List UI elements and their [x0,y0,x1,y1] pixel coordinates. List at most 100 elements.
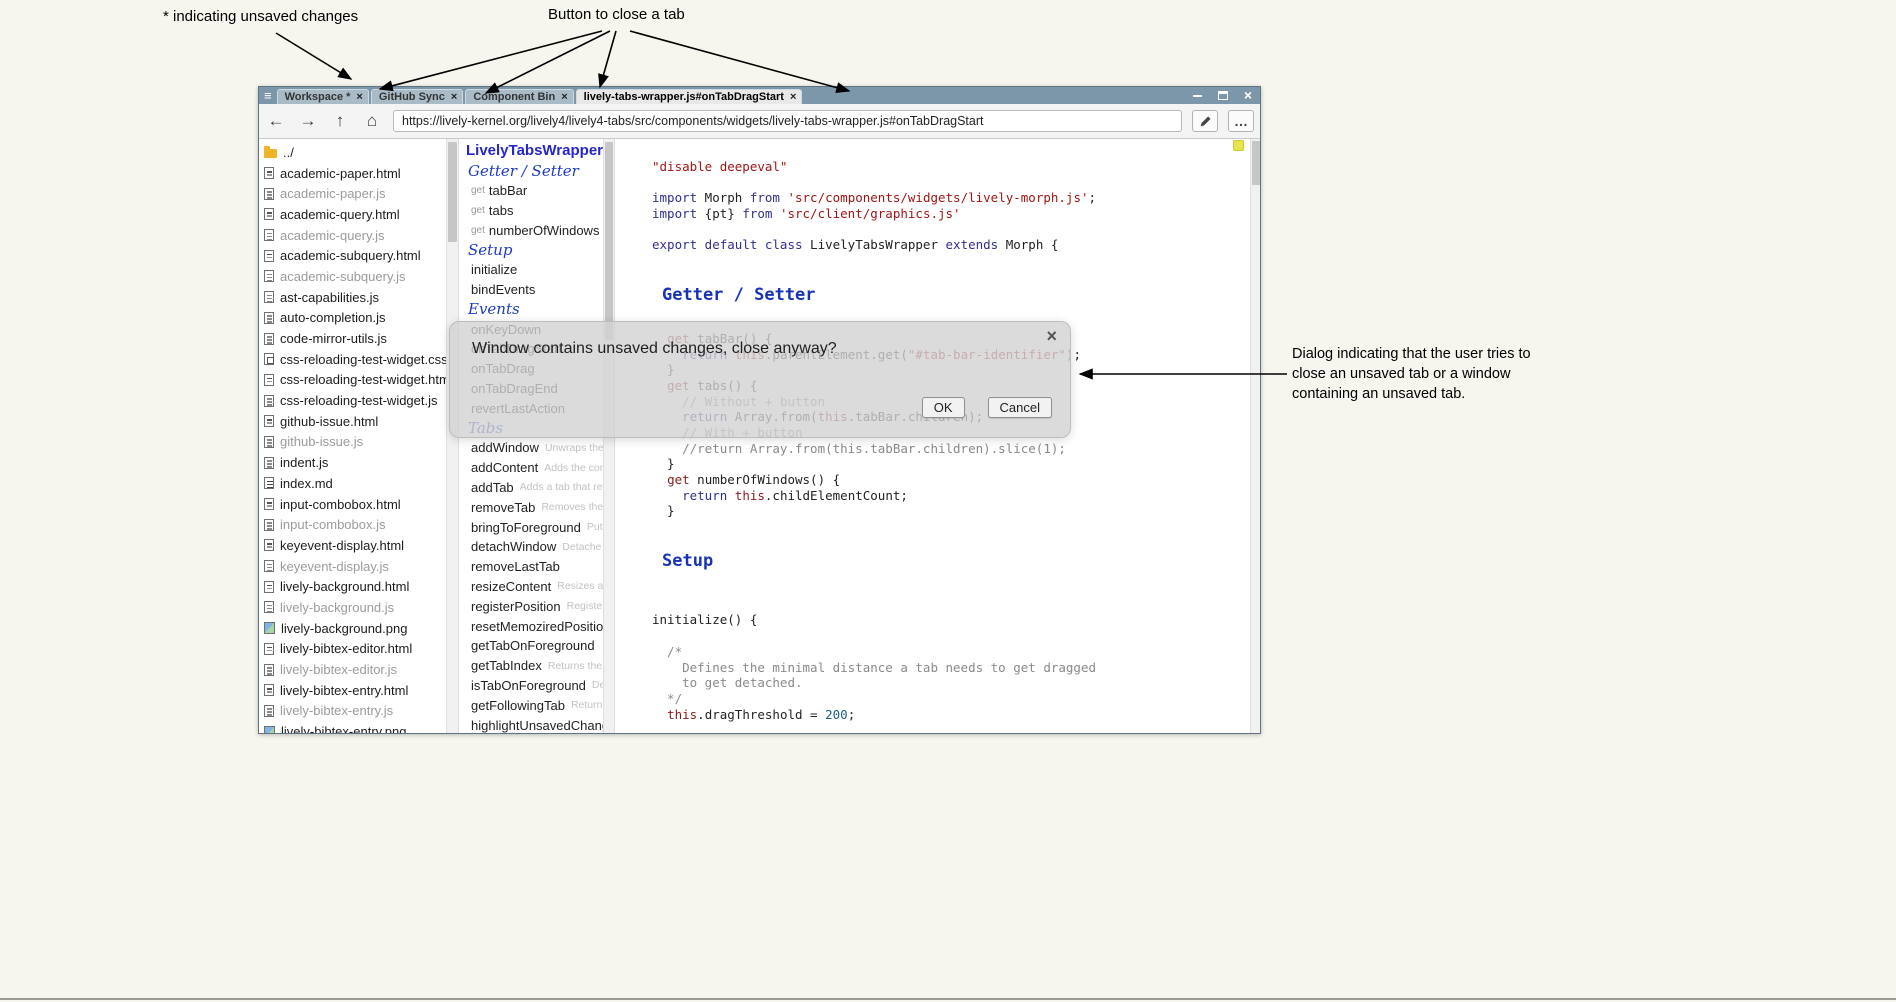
file-name: css-reloading-test-widget.js [280,393,438,408]
file-item[interactable]: academic-paper.html [259,163,446,184]
outline-method[interactable]: bringToForegroundPut [459,517,603,537]
more-options-icon[interactable]: … [1228,110,1254,132]
file-item[interactable]: lively-background.html [259,576,446,597]
tab-close-icon[interactable]: × [356,91,362,103]
outline-method[interactable]: registerPositionRegiste [459,596,603,616]
js-file-icon [264,560,274,572]
png-file-icon [264,622,275,634]
outline-label: initialize [471,262,517,277]
outline-method[interactable]: resetMemoziredPosition [459,616,603,636]
file-item[interactable]: github-issue.html [259,411,446,432]
file-item[interactable]: auto-completion.js [259,308,446,329]
tab-workspace[interactable]: Workspace *× [277,89,369,104]
file-item[interactable]: lively-bibtex-entry.png [259,721,446,733]
scrollbar-thumb[interactable] [448,142,457,242]
file-item[interactable]: css-reloading-test-widget.html [259,370,446,391]
outline-method[interactable]: removeTabRemoves the [459,497,603,517]
file-item[interactable]: css-reloading-test-widget.css [259,349,446,370]
file-item[interactable]: ../ [259,142,446,163]
outline-hint: Detache [562,541,601,553]
window-close-icon[interactable]: × [1244,87,1252,104]
forward-icon[interactable]: → [297,111,319,131]
file-item[interactable]: lively-background.js [259,597,446,618]
outline-method[interactable]: getTabIndexReturns the [459,656,603,676]
file-item[interactable]: academic-subquery.html [259,245,446,266]
outline-method[interactable]: highlightUnsavedChanges [459,715,603,733]
outline-section[interactable]: Setup [459,240,603,260]
outline-hint: Unwraps the [545,442,603,454]
ok-button[interactable]: OK [922,397,965,418]
outline-method[interactable]: getFollowingTabReturn [459,695,603,715]
outline-method[interactable]: resizeContentResizes a [459,577,603,597]
url-input[interactable] [393,110,1182,132]
file-item[interactable]: lively-bibtex-editor.html [259,639,446,660]
file-item[interactable]: css-reloading-test-widget.js [259,390,446,411]
outline-method[interactable]: getTabOnForeground [459,636,603,656]
file-item[interactable]: indent.js [259,452,446,473]
dialog-close-icon[interactable]: × [1046,326,1057,347]
code-scrollbar[interactable] [1250,139,1260,733]
getter-prefix: get [471,185,485,196]
file-item[interactable]: lively-bibtex-editor.js [259,659,446,680]
outline-method[interactable]: initialize [459,260,603,280]
tab-lively-tabs-wrapper-js-ontabdragstart[interactable]: lively-tabs-wrapper.js#onTabDragStart× [576,89,803,104]
file-item[interactable]: lively-bibtex-entry.js [259,701,446,722]
file-item[interactable]: academic-subquery.js [259,266,446,287]
outline-method[interactable]: removeLastTab [459,557,603,577]
file-item[interactable]: lively-background.png [259,618,446,639]
file-name: ast-capabilities.js [280,290,379,305]
file-name: academic-paper.js [280,186,386,201]
outline-section[interactable]: Events [459,299,603,319]
file-item[interactable]: input-combobox.html [259,494,446,515]
outline-method[interactable]: detachWindowDetache [459,537,603,557]
cancel-button[interactable]: Cancel [988,397,1052,418]
outline-method[interactable]: addContentAdds the cont [459,458,603,478]
outline-method[interactable]: getnumberOfWindows [459,220,603,240]
tab-github-sync[interactable]: GitHub Sync× [371,89,463,104]
file-item[interactable]: index.md [259,473,446,494]
file-name: lively-background.html [280,579,409,594]
edit-pencil-icon[interactable] [1192,110,1218,132]
file-name: lively-background.js [280,600,394,615]
file-item[interactable]: github-issue.js [259,432,446,453]
menu-icon[interactable]: ≡ [259,87,277,104]
back-icon[interactable]: ← [265,111,287,131]
html-file-icon [264,539,274,551]
maximize-icon[interactable] [1218,91,1228,100]
file-item[interactable]: keyevent-display.html [259,535,446,556]
tab-close-icon[interactable]: × [561,91,567,103]
outline-method[interactable]: addTabAdds a tab that ret [459,478,603,498]
outline-label: getFollowingTab [471,698,565,713]
tab-close-icon[interactable]: × [451,91,457,103]
outline-method[interactable]: addWindowUnwraps the [459,438,603,458]
home-icon[interactable]: ⌂ [361,111,383,131]
outline-method[interactable]: isTabOnForegroundDe [459,676,603,696]
scrollbar-thumb[interactable] [1252,141,1260,185]
md-file-icon [264,477,274,489]
file-name: code-mirror-utils.js [280,331,387,346]
file-item[interactable]: lively-bibtex-entry.html [259,680,446,701]
file-item[interactable]: academic-query.js [259,225,446,246]
outline-section[interactable]: Getter / Setter [459,161,603,181]
code-line [652,597,1250,613]
file-item[interactable]: input-combobox.js [259,514,446,535]
file-item[interactable]: academic-paper.js [259,183,446,204]
file-item[interactable]: keyevent-display.js [259,556,446,577]
file-item[interactable]: ast-capabilities.js [259,287,446,308]
file-item[interactable]: code-mirror-utils.js [259,328,446,349]
code-line [652,628,1250,644]
outline-method[interactable]: bindEvents [459,280,603,300]
outline-label: getTabOnForeground [471,638,595,653]
outline-method[interactable]: gettabBar [459,181,603,201]
file-item[interactable]: academic-query.html [259,204,446,225]
yellow-status-marker [1233,140,1244,151]
tab-component-bin[interactable]: Component Bin× [465,89,573,104]
file-name: css-reloading-test-widget.css [280,352,446,367]
up-icon[interactable]: ↑ [329,111,351,131]
outline-title[interactable]: LivelyTabsWrapper [459,141,603,161]
scrollbar-thumb[interactable] [605,142,613,340]
outline-method[interactable]: gettabs [459,200,603,220]
tab-close-icon[interactable]: × [790,91,796,103]
minimize-icon[interactable] [1193,95,1202,97]
html-file-icon [264,498,274,510]
